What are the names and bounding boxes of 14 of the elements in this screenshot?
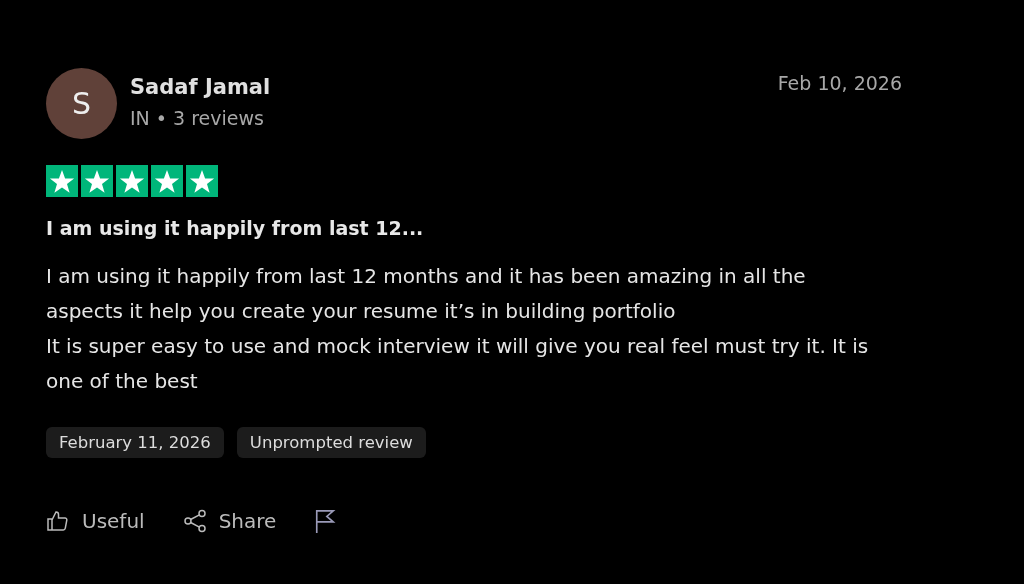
avatar: S xyxy=(46,68,117,139)
thumbs-up-icon xyxy=(46,509,70,533)
share-button[interactable]: Share xyxy=(182,509,277,533)
useful-button[interactable]: Useful xyxy=(46,509,145,533)
share-icon xyxy=(182,509,207,533)
review-date: Feb 10, 2026 xyxy=(777,72,902,94)
review-title: I am using it happily from last 12... xyxy=(46,217,425,239)
review-text: It is super easy to use and mock interview it will give you real feel must try it. It is one of the best xyxy=(46,333,870,395)
tag: Unprompted review xyxy=(236,427,426,458)
tag: February 11, 2026 xyxy=(46,427,224,458)
reviewer-name[interactable]: Sadaf Jamal xyxy=(130,74,271,99)
flag-button[interactable] xyxy=(314,508,337,534)
reviewer-meta: IN • 3 reviews xyxy=(130,106,265,129)
review-text: I am using it happily from last 12 months and it has been amazing in all the aspects it help you create your resume it’s in building portfolio xyxy=(46,263,807,325)
